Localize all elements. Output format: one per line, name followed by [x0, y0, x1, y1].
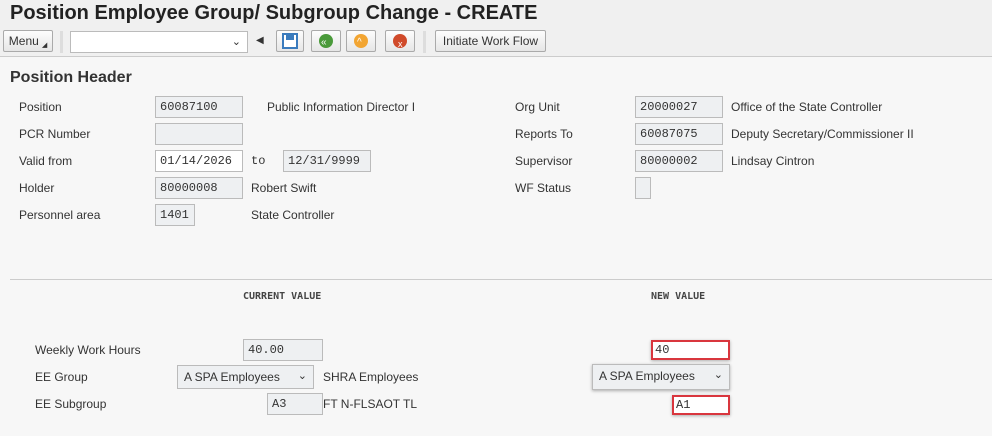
supervisor-desc: Lindsay Cintron — [731, 154, 815, 168]
reports-to-field[interactable]: 60087075 — [635, 123, 723, 145]
personnel-area-desc: State Controller — [251, 208, 335, 222]
divider — [10, 279, 992, 280]
org-unit-label: Org Unit — [515, 100, 560, 114]
weekly-hours-label: Weekly Work Hours — [35, 343, 141, 357]
svg-text:«: « — [321, 37, 327, 48]
page-title: Position Employee Group/ Subgroup Change… — [10, 2, 538, 24]
ee-group-new-select[interactable]: A SPA Employees ⌄ — [592, 364, 730, 390]
position-label: Position — [19, 100, 62, 114]
position-field[interactable]: 60087100 — [155, 96, 243, 118]
reports-to-label: Reports To — [515, 127, 573, 141]
chevron-down-icon: ⌄ — [297, 370, 307, 382]
wf-status-label: WF Status — [515, 181, 572, 195]
reports-to-desc: Deputy Secretary/Commissioner II — [731, 127, 914, 141]
back-button[interactable]: « — [311, 30, 341, 52]
valid-from-label: Valid from — [19, 154, 73, 168]
holder-field[interactable]: 80000008 — [155, 177, 243, 199]
holder-desc: Robert Swift — [251, 181, 317, 195]
pcr-label: PCR Number — [19, 127, 91, 141]
ee-group-current-select[interactable]: A SPA Employees ⌄ — [177, 365, 314, 389]
ee-subgroup-desc: FT N-FLSAOT TL — [323, 397, 418, 411]
holder-label: Holder — [19, 181, 55, 195]
collapse-arrow-icon[interactable]: ◀ — [256, 35, 264, 46]
save-icon — [282, 33, 298, 49]
ee-subgroup-current[interactable]: A3 — [267, 393, 323, 415]
wf-status-field[interactable] — [635, 177, 651, 199]
current-value-header: CURRENT VALUE — [243, 291, 322, 302]
command-field[interactable]: ⌄ — [70, 31, 248, 53]
svg-text:^: ^ — [357, 37, 362, 48]
initiate-workflow-button[interactable]: Initiate Work Flow — [435, 30, 546, 52]
separator — [60, 31, 63, 53]
chevron-down-icon: ⌄ — [713, 369, 723, 381]
menu-button[interactable]: Menu ◢ — [3, 30, 53, 52]
to-label: to — [251, 154, 266, 168]
cancel-icon: x — [393, 34, 407, 49]
save-button[interactable] — [276, 30, 304, 52]
menu-label: Menu — [8, 34, 39, 48]
separator — [423, 31, 426, 53]
svg-text:x: x — [398, 39, 403, 49]
org-unit-desc: Office of the State Controller — [731, 100, 883, 114]
position-desc: Public Information Director I — [267, 100, 416, 114]
pcr-field[interactable] — [155, 123, 243, 145]
personnel-area-field[interactable]: 1401 — [155, 204, 195, 226]
supervisor-label: Supervisor — [515, 154, 573, 168]
org-unit-field[interactable]: 20000027 — [635, 96, 723, 118]
supervisor-field[interactable]: 80000002 — [635, 150, 723, 172]
ee-subgroup-new[interactable]: A1 — [672, 395, 730, 415]
ee-group-label: EE Group — [35, 370, 88, 384]
exit-icon: ^ — [354, 34, 368, 48]
back-icon: « — [319, 34, 333, 48]
ee-group-current-value: A SPA Employees — [184, 370, 280, 384]
ee-group-new-value: A SPA Employees — [599, 369, 695, 383]
weekly-hours-current[interactable]: 40.00 — [243, 339, 323, 361]
cancel-button[interactable]: x — [385, 30, 415, 52]
corner-icon: ◢ — [41, 42, 48, 49]
new-value-header: NEW VALUE — [651, 291, 706, 302]
chevron-down-icon: ⌄ — [231, 36, 241, 48]
weekly-hours-new[interactable]: 40 — [651, 340, 730, 360]
valid-from-field[interactable]: 01/14/2026 — [155, 150, 243, 172]
ee-subgroup-label: EE Subgroup — [35, 397, 107, 411]
section-title: Position Header — [10, 69, 132, 86]
personnel-area-label: Personnel area — [19, 208, 101, 222]
exit-button[interactable]: ^ — [346, 30, 376, 52]
valid-to-field[interactable]: 12/31/9999 — [283, 150, 371, 172]
ee-group-desc: SHRA Employees — [323, 370, 419, 384]
